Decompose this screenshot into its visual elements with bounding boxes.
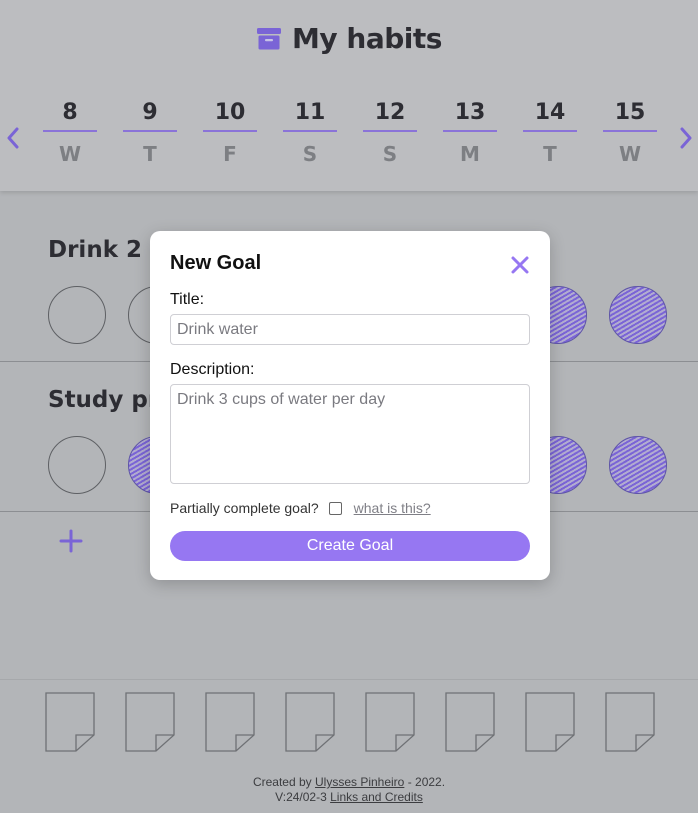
header: My habits 8 W 9 T 10 F 11 S 12 S 13 M 14…: [0, 0, 698, 191]
new-goal-modal: New Goal Title: Description: Partially c…: [150, 231, 550, 580]
day-number: 9: [123, 98, 177, 132]
goal-description-input[interactable]: [170, 384, 530, 484]
credits-line-2: V:24/02-3 Links and Credits: [0, 790, 698, 805]
day-number: 14: [523, 98, 577, 132]
add-habit-button[interactable]: [56, 526, 86, 556]
day-weekday: M: [460, 142, 480, 166]
title-label: Title:: [170, 291, 205, 308]
day-weekday: T: [543, 142, 557, 166]
day-column: 13 M: [443, 98, 497, 166]
links-credits-link[interactable]: Links and Credits: [330, 790, 423, 804]
day-number: 8: [43, 98, 97, 132]
version-text: V:24/02-3: [275, 790, 331, 804]
author-link[interactable]: Ulysses Pinheiro: [315, 775, 404, 789]
close-button[interactable]: [510, 255, 530, 275]
day-column: 10 F: [203, 98, 257, 166]
day-column: 15 W: [603, 98, 657, 166]
day-column: 14 T: [523, 98, 577, 166]
footer: Created by Ulysses Pinheiro - 2022. V:24…: [0, 679, 698, 813]
credits-line-1: Created by Ulysses Pinheiro - 2022.: [0, 775, 698, 790]
close-icon: [511, 256, 529, 274]
day-weekday: F: [223, 142, 237, 166]
day-weekday: T: [143, 142, 157, 166]
page-title: My habits: [292, 22, 442, 55]
habit-day-check[interactable]: [48, 436, 106, 494]
next-days-button[interactable]: [676, 124, 696, 152]
chevron-right-icon: [680, 127, 692, 149]
page-icon[interactable]: [444, 691, 496, 753]
what-is-this-link[interactable]: what is this?: [354, 500, 431, 516]
credits: Created by Ulysses Pinheiro - 2022. V:24…: [0, 775, 698, 805]
day-weekday: S: [382, 142, 398, 166]
day-weekday: W: [618, 142, 642, 166]
page-icon[interactable]: [604, 691, 656, 753]
page-icon[interactable]: [284, 691, 336, 753]
day-column: 12 S: [363, 98, 417, 166]
day-number: 11: [283, 98, 337, 132]
credits-year: - 2022.: [404, 775, 446, 789]
create-goal-button[interactable]: Create Goal: [170, 531, 530, 561]
previous-days-button[interactable]: [3, 124, 23, 152]
day-weekday: S: [302, 142, 318, 166]
page-icon[interactable]: [44, 691, 96, 753]
day-column: 9 T: [123, 98, 177, 166]
partial-goal-row: Partially complete goal? what is this?: [170, 499, 431, 517]
page-icon[interactable]: [124, 691, 176, 753]
chevron-left-icon: [7, 127, 19, 149]
archive-icon: [257, 27, 282, 49]
day-number: 10: [203, 98, 257, 132]
day-number: 15: [603, 98, 657, 132]
page-icon[interactable]: [524, 691, 576, 753]
day-column: 8 W: [43, 98, 97, 166]
day-weekday: W: [58, 142, 82, 166]
partial-goal-label: Partially complete goal?: [170, 500, 319, 516]
page-icon[interactable]: [204, 691, 256, 753]
credits-prefix: Created by: [252, 775, 315, 789]
day-number: 13: [443, 98, 497, 132]
goal-title-input[interactable]: [170, 314, 530, 345]
habit-day-check[interactable]: [48, 286, 106, 344]
page-icon[interactable]: [364, 691, 416, 753]
description-label: Description:: [170, 361, 255, 378]
habit-day-check-done[interactable]: [609, 436, 667, 494]
partial-goal-checkbox[interactable]: [328, 501, 342, 515]
modal-title: New Goal: [170, 252, 262, 274]
day-number: 12: [363, 98, 417, 132]
day-strip: 8 W 9 T 10 F 11 S 12 S 13 M 14 T 15 W: [43, 98, 657, 170]
day-column: 11 S: [283, 98, 337, 166]
habit-day-check-done[interactable]: [609, 286, 667, 344]
plus-icon: [59, 529, 83, 553]
app-title: My habits: [0, 22, 698, 55]
